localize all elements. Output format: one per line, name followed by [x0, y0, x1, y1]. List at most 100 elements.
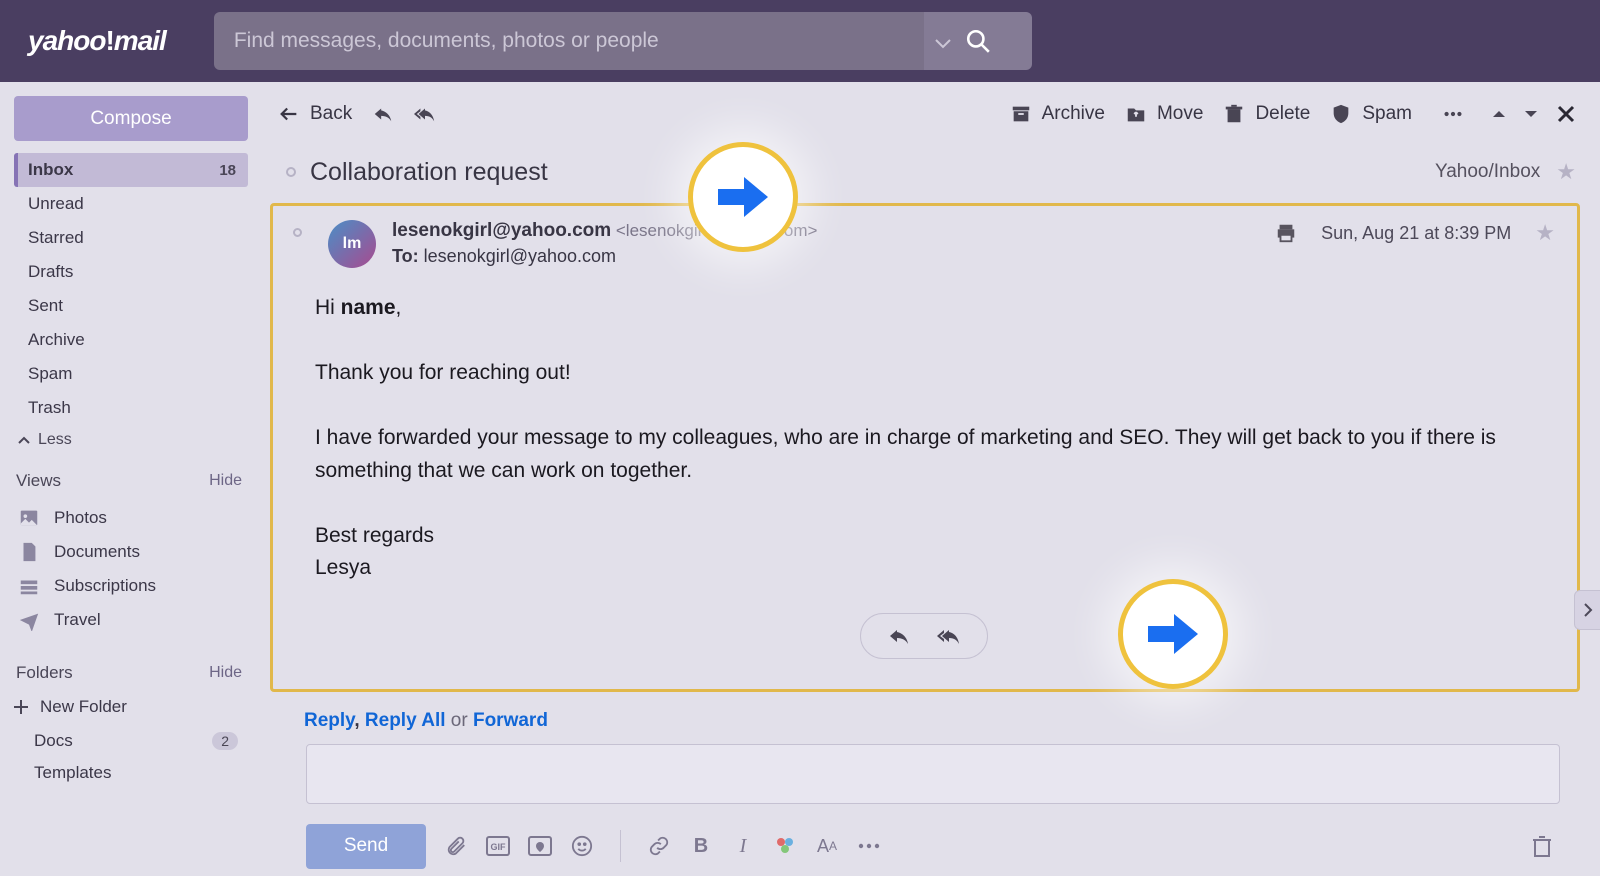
folder-count: 2 — [212, 732, 238, 750]
user-folder-docs[interactable]: Docs 2 — [14, 725, 248, 757]
folders-title: Folders — [16, 663, 73, 683]
print-icon[interactable] — [1275, 222, 1297, 244]
from-name: lesenokgirl@yahoo.com — [392, 220, 611, 241]
message-location: Yahoo/Inbox — [1435, 161, 1540, 183]
star-icon[interactable]: ★ — [1535, 220, 1555, 246]
body-text: Thank you for reaching out! — [315, 361, 571, 384]
compose-toolbar: Send GIF B I AA — [306, 816, 1560, 876]
reply-links: Reply, Reply All or Forward — [258, 692, 1600, 732]
view-documents[interactable]: Documents — [14, 535, 248, 569]
reply-all-icon[interactable] — [937, 624, 961, 648]
new-folder[interactable]: New Folder — [14, 693, 248, 725]
search-wrap — [214, 12, 1032, 70]
new-folder-label: New Folder — [40, 697, 127, 717]
avatar: lm — [328, 220, 376, 268]
send-button[interactable]: Send — [306, 824, 426, 869]
search-input[interactable] — [214, 12, 924, 70]
italic-icon[interactable]: I — [731, 834, 755, 858]
gif-icon[interactable]: GIF — [486, 834, 510, 858]
archive-button[interactable]: Archive — [1010, 103, 1105, 125]
main-panel: Back Archive Move Delete — [258, 82, 1600, 876]
body-text: Hi — [315, 296, 341, 319]
more-button[interactable] — [1442, 103, 1464, 125]
reply-all-link[interactable]: Reply All — [365, 710, 446, 731]
folder-inbox[interactable]: Inbox 18 — [14, 153, 248, 187]
folder-trash[interactable]: Trash — [14, 391, 248, 425]
archive-label: Archive — [1042, 103, 1105, 125]
plane-icon — [18, 609, 40, 631]
reply-icon[interactable] — [887, 624, 911, 648]
arrow-left-icon — [278, 103, 300, 125]
folder-list: Inbox 18 Unread Starred Drafts Sent Archi… — [14, 153, 248, 425]
emoji-icon[interactable] — [570, 834, 594, 858]
less-label: Less — [38, 431, 72, 449]
folder-drafts[interactable]: Drafts — [14, 255, 248, 289]
spam-button[interactable]: Spam — [1330, 103, 1412, 125]
top-bar: yahoo!mail — [0, 0, 1600, 82]
move-icon — [1125, 103, 1147, 125]
move-label: Move — [1157, 103, 1203, 125]
view-photos[interactable]: Photos — [14, 501, 248, 535]
link-icon[interactable] — [647, 834, 671, 858]
folder-starred[interactable]: Starred — [14, 221, 248, 255]
subject-text: Collaboration request — [310, 158, 548, 187]
prev-message-icon[interactable] — [1492, 109, 1506, 119]
message-header: lm lesenokgirl@yahoo.com <lesenokgirl@ya… — [293, 220, 1555, 268]
folder-label: Spam — [28, 364, 72, 384]
star-icon[interactable]: ★ — [1556, 159, 1576, 185]
folder-label: Starred — [28, 228, 84, 248]
user-folder-templates[interactable]: Templates — [14, 757, 248, 789]
view-travel[interactable]: Travel — [14, 603, 248, 637]
delete-button[interactable]: Delete — [1223, 103, 1310, 125]
card-icon[interactable] — [528, 834, 552, 858]
discard-icon[interactable] — [1530, 834, 1554, 858]
view-label: Travel — [54, 610, 101, 630]
less-toggle[interactable]: Less — [14, 425, 248, 465]
close-icon[interactable] — [1556, 104, 1576, 124]
shield-icon — [1330, 103, 1352, 125]
reply-link[interactable]: Reply — [304, 710, 354, 731]
trash-icon — [1223, 103, 1245, 125]
view-label: Documents — [54, 542, 140, 562]
next-message-icon[interactable] — [1524, 109, 1538, 119]
folder-label: Trash — [28, 398, 71, 418]
view-label: Photos — [54, 508, 107, 528]
color-icon[interactable] — [773, 834, 797, 858]
folder-count: 18 — [219, 162, 236, 179]
folder-sent[interactable]: Sent — [14, 289, 248, 323]
next-pane-button[interactable] — [1574, 590, 1600, 630]
forward-arrow-icon — [718, 175, 768, 219]
folder-label: Drafts — [28, 262, 73, 282]
chevron-up-icon — [18, 435, 30, 445]
reply-icon[interactable] — [372, 103, 394, 125]
folder-unread[interactable]: Unread — [14, 187, 248, 221]
compose-button[interactable]: Compose — [14, 96, 248, 141]
folder-label: Unread — [28, 194, 84, 214]
attach-icon[interactable] — [444, 834, 468, 858]
document-icon — [18, 541, 40, 563]
folder-spam[interactable]: Spam — [14, 357, 248, 391]
brand-logo: yahoo!mail — [28, 25, 166, 57]
views-hide[interactable]: Hide — [209, 472, 242, 490]
forward-link[interactable]: Forward — [473, 710, 548, 731]
views-header: Views Hide — [14, 465, 248, 501]
folder-label: Inbox — [28, 160, 73, 180]
body-text: Lesya — [315, 556, 371, 579]
folders-hide[interactable]: Hide — [209, 664, 242, 682]
search-button[interactable] — [924, 12, 1032, 70]
move-button[interactable]: Move — [1125, 103, 1203, 125]
compose-field[interactable] — [306, 744, 1560, 804]
folder-label: Docs — [34, 731, 73, 751]
dots-icon — [1442, 103, 1464, 125]
more-format-icon[interactable] — [857, 834, 881, 858]
delete-label: Delete — [1255, 103, 1310, 125]
bold-icon[interactable]: B — [689, 834, 713, 858]
reply-all-icon[interactable] — [414, 103, 436, 125]
back-button[interactable]: Back — [278, 103, 352, 125]
svg-text:GIF: GIF — [491, 842, 507, 852]
back-label: Back — [310, 103, 352, 125]
highlight-forward-inline — [1118, 579, 1228, 689]
view-subscriptions[interactable]: Subscriptions — [14, 569, 248, 603]
font-icon[interactable]: AA — [815, 834, 839, 858]
folder-archive[interactable]: Archive — [14, 323, 248, 357]
